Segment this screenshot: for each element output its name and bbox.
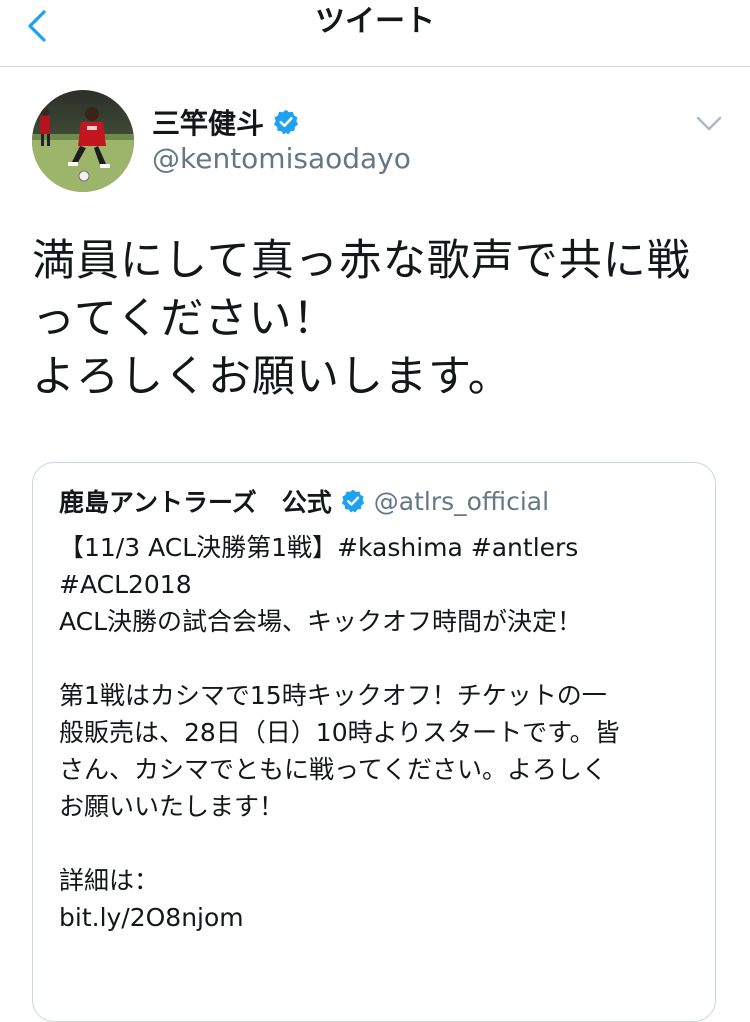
tweet-text: 満員にして真っ赤な歌声で共に戦 ってください！ よろしくお願いします。 <box>32 232 722 406</box>
quoted-text-spacer <box>59 640 699 677</box>
quoted-text-line: 詳細は： <box>59 866 160 895</box>
avatar-photo <box>32 90 134 192</box>
author-handle[interactable]: @kentomisaodayo <box>152 140 411 178</box>
quoted-text-line: ACL決勝の試合会場、キックオフ時間が決定！ <box>59 607 583 636</box>
chevron-down-icon <box>696 116 722 131</box>
avatar[interactable] <box>32 90 134 192</box>
author-name-row[interactable]: 三竿健斗 <box>152 102 300 142</box>
quoted-link[interactable]: bit.ly/2O8njom <box>59 899 699 936</box>
quoted-text-line: #ACL2018 <box>59 570 192 599</box>
author-name: 三竿健斗 <box>152 107 265 140</box>
quoted-text-spacer <box>59 825 699 862</box>
quoted-text-line: 第1戦はカシマで15時キックオフ！チケットの一 <box>59 681 607 710</box>
tweet-text-line: よろしくお願いします。 <box>32 352 512 402</box>
tweet-menu-button[interactable] <box>694 112 724 136</box>
quoted-text-line: さん、カシマでともに戦ってください。よろしく <box>59 755 608 784</box>
quoted-tweet-text: 【11/3 ACL決勝第1戦】#kashima #antlers #ACL201… <box>59 529 699 936</box>
quoted-tweet-header: 鹿島アントラーズ 公式 @atlrs_official <box>59 481 549 521</box>
tweet-text-line: 満員にして真っ赤な歌声で共に戦 <box>32 236 691 286</box>
page-title: ツイート <box>315 4 435 39</box>
quoted-text-line: 【11/3 ACL決勝第1戦】#kashima #antlers <box>59 533 579 562</box>
quoted-text-line: 般販売は、28日（日）10時よりスタートです。皆 <box>59 718 620 747</box>
quoted-text-line: お願いいたします！ <box>59 792 285 821</box>
navigation-bar: ツイート <box>0 0 750 67</box>
quoted-author-handle: @atlrs_official <box>373 486 550 516</box>
verified-badge-icon <box>341 489 364 513</box>
verified-badge-icon <box>273 109 299 135</box>
quoted-author-name: 鹿島アントラーズ 公式 <box>59 488 332 517</box>
quoted-tweet-card[interactable]: 鹿島アントラーズ 公式 @atlrs_official 【11/3 ACL決勝第… <box>32 462 716 1022</box>
tweet-text-line: ってください！ <box>32 294 337 344</box>
